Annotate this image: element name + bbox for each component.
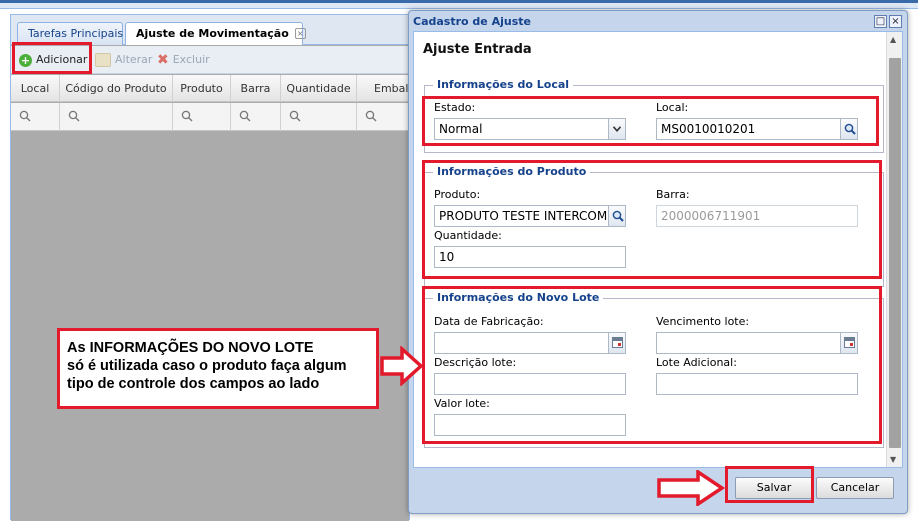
fieldset-legend: Informações do Local xyxy=(433,78,574,91)
highlight-produto-section xyxy=(422,160,882,279)
callout-line: tipo de controle dos campos ao lado xyxy=(67,376,320,392)
tab-ajuste-movimentacao[interactable]: Ajuste de Movimentação × xyxy=(125,22,306,45)
delete-x-icon: ✖ xyxy=(157,52,169,68)
maximize-icon[interactable]: □ xyxy=(874,15,887,28)
grid-header: Local Código do Produto Produto Barra Qu… xyxy=(11,75,411,102)
delete-button-label: Excluir xyxy=(172,53,210,66)
filter-cell[interactable] xyxy=(11,103,60,131)
tab-label: Ajuste de Movimentação xyxy=(136,27,289,40)
highlight-add-button xyxy=(12,42,92,74)
highlight-local-section xyxy=(422,96,879,146)
arrow-right-icon xyxy=(380,346,424,386)
cancel-button[interactable]: Cancelar xyxy=(816,477,894,499)
column-header-quantidade[interactable]: Quantidade xyxy=(281,75,357,102)
filter-row xyxy=(11,103,409,131)
edit-button[interactable]: Alterar xyxy=(95,51,152,69)
edit-button-label: Alterar xyxy=(115,53,153,66)
column-header-local[interactable]: Local xyxy=(11,75,60,102)
form-header: Ajuste Entrada xyxy=(423,42,532,57)
column-header-produto[interactable]: Produto xyxy=(173,75,231,102)
search-icon xyxy=(68,110,80,122)
filter-cell[interactable] xyxy=(281,103,357,131)
column-header-embala[interactable]: Embala xyxy=(357,75,411,102)
close-icon[interactable]: × xyxy=(889,15,902,28)
arrow-right-icon xyxy=(657,470,726,506)
callout-line: só é utilizada caso o produto faça algum xyxy=(67,358,347,374)
dialog-scrollbar[interactable]: ▲ ▼ xyxy=(886,32,902,467)
column-header-barra[interactable]: Barra xyxy=(231,75,281,102)
top-strip xyxy=(0,0,918,9)
dialog-tools: □ × xyxy=(872,14,902,28)
callout-line: As INFORMAÇÕES DO NOVO LOTE xyxy=(67,340,314,356)
highlight-lote-section xyxy=(422,286,882,444)
tab-close-icon[interactable]: × xyxy=(294,28,306,39)
filter-cell[interactable] xyxy=(357,103,411,131)
main-panel: Tarefas Principais Ajuste de Movimentaçã… xyxy=(10,14,411,521)
search-icon xyxy=(239,110,251,122)
top-blue-line xyxy=(0,0,918,3)
filter-cell[interactable] xyxy=(231,103,281,131)
scroll-thumb[interactable] xyxy=(889,58,901,448)
annotation-callout: As INFORMAÇÕES DO NOVO LOTE só é utiliza… xyxy=(57,328,379,409)
highlight-save-button xyxy=(725,466,814,503)
delete-button[interactable]: ✖ Excluir xyxy=(157,51,210,69)
tab-bar: Tarefas Principais Ajuste de Movimentaçã… xyxy=(11,15,409,45)
filter-cell[interactable] xyxy=(60,103,173,131)
tab-label: Tarefas Principais xyxy=(28,27,124,40)
scroll-down-icon[interactable]: ▼ xyxy=(890,455,896,464)
search-icon xyxy=(19,110,31,122)
edit-icon xyxy=(95,53,111,67)
column-header-codigo[interactable]: Código do Produto xyxy=(60,75,173,102)
grid-body xyxy=(11,132,409,521)
search-icon xyxy=(365,110,377,122)
dialog-title: Cadastro de Ajuste xyxy=(413,15,531,28)
search-icon xyxy=(181,110,193,122)
search-icon xyxy=(289,110,301,122)
scroll-up-icon[interactable]: ▲ xyxy=(890,35,896,44)
filter-cell[interactable] xyxy=(173,103,231,131)
